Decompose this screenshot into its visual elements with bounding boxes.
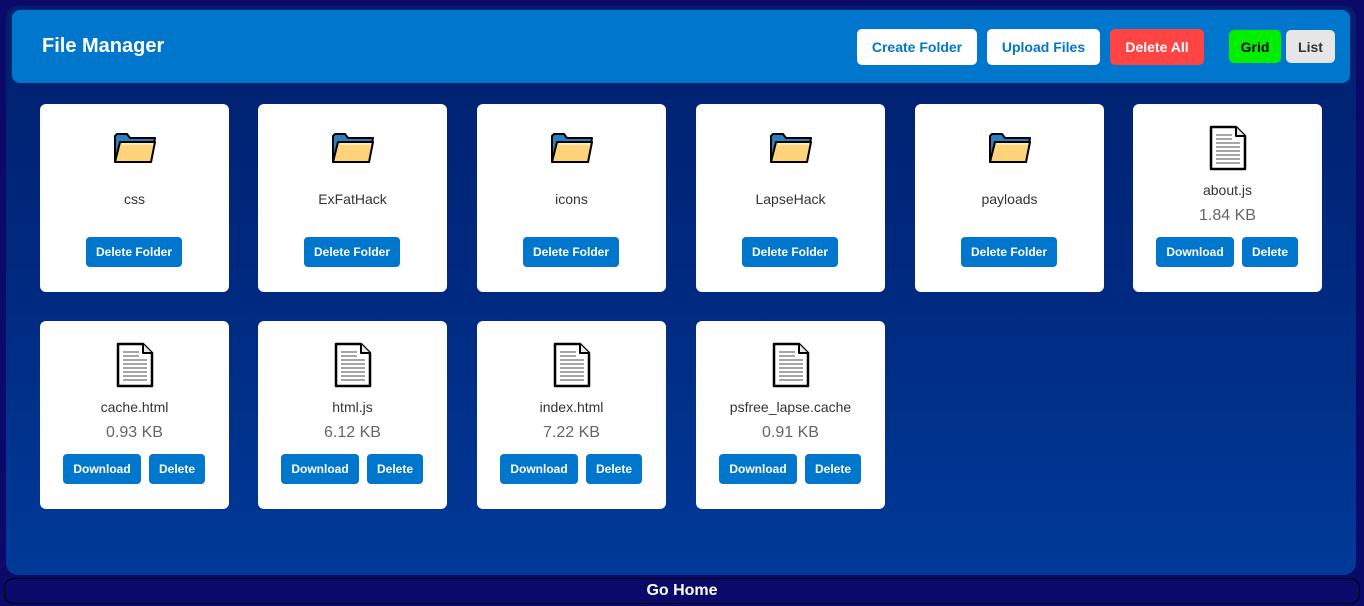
file-name: html.js: [332, 399, 373, 415]
delete-folder-button[interactable]: Delete Folder: [304, 237, 400, 267]
page-title: File Manager: [42, 35, 165, 57]
folder-card[interactable]: LapseHack Delete Folder: [696, 104, 885, 292]
folder-icon: [988, 130, 1032, 171]
file-size: 1.84 KB: [1199, 207, 1256, 224]
file-card[interactable]: about.js 1.84 KB Download Delete: [1133, 104, 1322, 292]
delete-folder-button[interactable]: Delete Folder: [523, 237, 619, 267]
folder-icon: [769, 130, 813, 171]
file-name: cache.html: [100, 399, 169, 415]
folder-name: payloads: [981, 191, 1038, 207]
create-folder-button[interactable]: Create Folder: [857, 29, 977, 65]
folder-icon: [331, 130, 375, 171]
delete-folder-button[interactable]: Delete Folder: [742, 237, 838, 267]
file-card[interactable]: index.html 7.22 KB Download Delete: [477, 321, 666, 509]
file-card[interactable]: html.js 6.12 KB Download Delete: [258, 321, 447, 509]
delete-folder-button[interactable]: Delete Folder: [86, 237, 182, 267]
delete-file-button[interactable]: Delete: [586, 454, 642, 484]
download-button[interactable]: Download: [281, 454, 359, 484]
folder-name: css: [124, 191, 145, 207]
delete-file-button[interactable]: Delete: [1242, 237, 1298, 267]
go-home-button[interactable]: Go Home: [4, 578, 1360, 604]
header-bar: File Manager Create Folder Upload Files …: [12, 10, 1350, 83]
file-icon: [553, 342, 591, 393]
folder-card[interactable]: icons Delete Folder: [477, 104, 666, 292]
file-size: 7.22 KB: [543, 424, 600, 441]
delete-file-button[interactable]: Delete: [149, 454, 205, 484]
file-icon: [116, 342, 154, 393]
delete-folder-button[interactable]: Delete Folder: [961, 237, 1057, 267]
download-button[interactable]: Download: [500, 454, 578, 484]
delete-all-button[interactable]: Delete All: [1110, 29, 1204, 65]
folder-name: icons: [555, 191, 588, 207]
folder-card[interactable]: ExFatHack Delete Folder: [258, 104, 447, 292]
upload-files-button[interactable]: Upload Files: [987, 29, 1100, 65]
file-icon: [1209, 125, 1247, 176]
file-size: 6.12 KB: [324, 424, 381, 441]
grid-view-button[interactable]: Grid: [1229, 30, 1281, 63]
file-card[interactable]: cache.html 0.93 KB Download Delete: [40, 321, 229, 509]
folder-card[interactable]: css Delete Folder: [40, 104, 229, 292]
list-view-button[interactable]: List: [1286, 30, 1335, 63]
folder-name: ExFatHack: [318, 191, 387, 207]
folder-name: LapseHack: [755, 191, 826, 207]
file-name: index.html: [539, 399, 604, 415]
file-name: about.js: [1202, 182, 1253, 198]
file-icon: [334, 342, 372, 393]
file-icon: [772, 342, 810, 393]
folder-icon: [113, 130, 157, 171]
delete-file-button[interactable]: Delete: [805, 454, 861, 484]
download-button[interactable]: Download: [63, 454, 141, 484]
folder-card[interactable]: payloads Delete Folder: [915, 104, 1104, 292]
download-button[interactable]: Download: [1156, 237, 1234, 267]
file-card[interactable]: psfree_lapse.cache 0.91 KB Download Delete: [696, 321, 885, 509]
download-button[interactable]: Download: [719, 454, 797, 484]
file-size: 0.93 KB: [106, 424, 163, 441]
folder-icon: [550, 130, 594, 171]
file-name: psfree_lapse.cache: [729, 399, 852, 415]
file-size: 0.91 KB: [762, 424, 819, 441]
delete-file-button[interactable]: Delete: [367, 454, 423, 484]
